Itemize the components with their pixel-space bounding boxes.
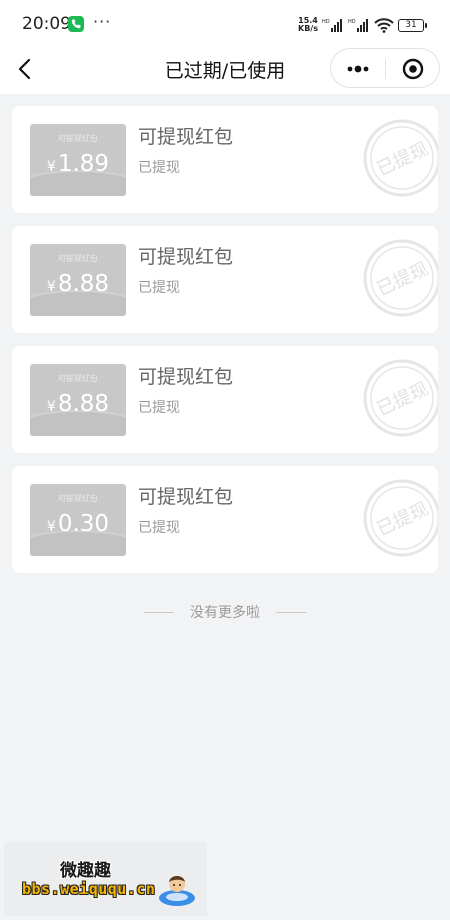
ticket-label: 可提现红包 — [58, 374, 98, 383]
watermark-url: bbs.weiququ.cn — [22, 880, 156, 898]
capsule-divider — [385, 59, 386, 79]
currency-symbol: ¥ — [46, 159, 56, 175]
amount-value: 8.88 — [57, 271, 110, 297]
voucher-ticket: 可提现红包 ¥0.30 — [30, 484, 126, 556]
signal-icon: HD — [348, 19, 368, 32]
svg-text:HD: HD — [348, 19, 356, 25]
card-status: 已提现 — [138, 400, 180, 416]
card-title: 可提现红包 — [138, 366, 234, 388]
net-speed: 15.4 KB/s — [298, 17, 318, 33]
ticket-amount: ¥1.89 — [30, 151, 126, 177]
ticket-label: 可提现红包 — [58, 134, 98, 143]
battery-icon: 31 — [398, 18, 427, 32]
nav-bar: 已过期/已使用 — [0, 46, 450, 94]
currency-symbol: ¥ — [46, 279, 56, 295]
stamp-icon: 已提现 — [363, 239, 438, 317]
stamp-text: 已提现 — [374, 258, 432, 300]
svg-text:HD: HD — [322, 19, 330, 25]
voucher-card[interactable]: 可提现红包 ¥0.30 可提现红包 已提现 已提现 — [12, 466, 438, 573]
ticket-amount: ¥0.30 — [30, 511, 126, 537]
close-icon[interactable] — [402, 58, 424, 80]
ticket-label: 可提现红包 — [58, 254, 98, 263]
status-more-dots: ··· — [93, 12, 112, 31]
voucher-ticket: 可提现红包 ¥8.88 — [30, 244, 126, 316]
card-status: 已提现 — [138, 280, 180, 296]
stamp-text: 已提现 — [374, 138, 432, 180]
status-time: 20:09 — [22, 14, 71, 34]
card-status: 已提现 — [138, 160, 180, 176]
status-indicators: 15.4 KB/s HD HD 31 — [298, 16, 427, 34]
voucher-card[interactable]: 可提现红包 ¥1.89 可提现红包 已提现 已提现 — [12, 106, 438, 213]
stamp-icon: 已提现 — [363, 479, 438, 557]
stamp-text: 已提现 — [374, 498, 432, 540]
stamp-text: 已提现 — [374, 378, 432, 420]
status-bar: 20:09 ··· 15.4 KB/s HD HD 31 — [0, 0, 450, 46]
stamp-icon: 已提现 — [363, 119, 438, 197]
voucher-card[interactable]: 可提现红包 ¥8.88 可提现红包 已提现 已提现 — [12, 346, 438, 453]
signal-icon: HD — [322, 19, 342, 32]
voucher-ticket: 可提现红包 ¥1.89 — [30, 124, 126, 196]
currency-symbol: ¥ — [46, 399, 56, 415]
mascot-icon — [159, 876, 195, 906]
card-title: 可提现红包 — [138, 126, 234, 148]
ticket-amount: ¥8.88 — [30, 271, 126, 297]
wifi-icon — [374, 17, 394, 33]
list-end-indicator: 没有更多啦 — [0, 602, 450, 622]
ticket-label: 可提现红包 — [58, 494, 98, 503]
watermark: 微趣趣 bbs.weiququ.cn — [4, 842, 207, 916]
currency-symbol: ¥ — [46, 519, 56, 535]
mini-program-capsule — [330, 48, 440, 88]
amount-value: 8.88 — [57, 391, 110, 417]
card-status: 已提现 — [138, 520, 180, 536]
voucher-list: 可提现红包 ¥1.89 可提现红包 已提现 已提现 可提现红包 ¥8.88 可提… — [12, 106, 438, 586]
more-icon[interactable] — [345, 61, 371, 77]
card-title: 可提现红包 — [138, 486, 234, 508]
amount-value: 0.30 — [57, 511, 110, 537]
voucher-ticket: 可提现红包 ¥8.88 — [30, 364, 126, 436]
phone-icon — [68, 16, 84, 32]
watermark-title: 微趣趣 — [60, 861, 111, 881]
divider — [276, 611, 306, 613]
net-speed-unit: KB/s — [298, 24, 318, 33]
divider — [144, 611, 174, 613]
end-text: 没有更多啦 — [190, 605, 260, 621]
stamp-icon: 已提现 — [363, 359, 438, 437]
amount-value: 1.89 — [57, 151, 110, 177]
card-title: 可提现红包 — [138, 246, 234, 268]
voucher-card[interactable]: 可提现红包 ¥8.88 可提现红包 已提现 已提现 — [12, 226, 438, 333]
ticket-amount: ¥8.88 — [30, 391, 126, 417]
